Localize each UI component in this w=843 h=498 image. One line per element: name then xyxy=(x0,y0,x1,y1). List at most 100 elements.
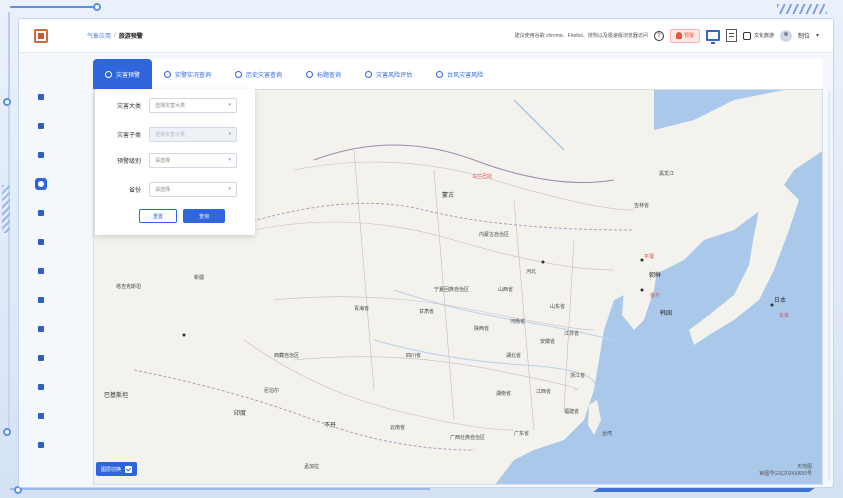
scrollbar[interactable] xyxy=(828,91,831,481)
search-icon xyxy=(306,70,314,78)
layer-toggle-label: 图层切换 xyxy=(101,466,122,473)
map-label: 浙江省 xyxy=(570,373,586,379)
panel-actions: 重置 查询 xyxy=(139,209,225,223)
query-panel: 灾害大类 选择灾害大类 ▾ 灾害子类 选择灾害子类 ▾ 预警级别 请选择 ▾ 省… xyxy=(95,89,255,235)
frame-decoration-dot xyxy=(93,3,101,11)
tab-label: 灾害风险评估 xyxy=(376,72,413,79)
tab-bar: 灾害预警 实警实况查询 历史灾害查询 标题查询 灾害风险评估 台风灾害风险 xyxy=(93,59,823,89)
tab-typhoon-risk[interactable]: 台风灾害风险 xyxy=(424,59,495,89)
sidebar xyxy=(19,53,63,487)
doc-icon[interactable] xyxy=(35,207,47,219)
map-credit-line: 审图号GS(2024)0650号 xyxy=(759,471,812,477)
map-label: 安徽省 xyxy=(540,339,556,345)
map-credit-line: 天地图 xyxy=(796,464,812,470)
document-icon[interactable] xyxy=(725,29,737,42)
chart-icon[interactable] xyxy=(35,236,47,248)
tab-title-query[interactable]: 标题查询 xyxy=(294,59,353,89)
chevron-down-icon: ▾ xyxy=(228,186,231,192)
map-label: 平壤 xyxy=(644,254,655,260)
app-window: 气象应用 / 旅游预警 建议使用谷歌 chrome、Firefox、搜狗以及极速… xyxy=(18,18,834,488)
map-label: 蒙古 xyxy=(442,193,455,199)
map-label: 湖北省 xyxy=(506,353,522,359)
tab-live-query[interactable]: 实警实况查询 xyxy=(152,59,223,89)
map-label: 日本 xyxy=(774,298,787,304)
query-button[interactable]: 查询 xyxy=(183,209,225,223)
avatar[interactable] xyxy=(779,29,792,42)
logo-icon xyxy=(34,28,48,43)
frame-decoration-left xyxy=(8,106,10,436)
search-icon xyxy=(436,70,444,78)
tab-label: 台风灾害风险 xyxy=(447,72,484,79)
map-label: 江西省 xyxy=(536,389,552,395)
map-label: 黑龙江 xyxy=(659,171,675,177)
layer-toggle-button[interactable]: 图层切换 xyxy=(96,462,138,476)
map-label: 不丹 xyxy=(324,423,337,429)
map-label: 孟加拉 xyxy=(304,464,320,470)
settings-icon[interactable] xyxy=(35,294,47,306)
search-icon xyxy=(235,70,243,78)
group-icon xyxy=(742,31,751,40)
map-label: 四川省 xyxy=(406,353,422,359)
clock-icon xyxy=(164,70,172,78)
map-label: 韩国 xyxy=(660,311,673,317)
map-pin-icon[interactable] xyxy=(35,178,47,190)
map-label: 江苏省 xyxy=(564,331,580,337)
form-row-disaster-category: 灾害大类 选择灾害大类 ▾ xyxy=(95,97,255,113)
map-label: 印度 xyxy=(234,411,247,417)
query-label: 查询 xyxy=(198,213,209,220)
map-label: 福建省 xyxy=(564,409,580,415)
breadcrumb-separator: / xyxy=(114,32,116,39)
location-icon[interactable] xyxy=(35,323,47,335)
breadcrumb-current: 旅游预警 xyxy=(118,34,143,40)
chevron-down-icon[interactable]: ▾ xyxy=(816,32,819,39)
form-row-province: 省份 请选择 ▾ xyxy=(95,181,255,197)
disaster-subcategory-select[interactable]: 选择灾害子类 ▾ xyxy=(149,126,237,142)
weather-icon[interactable] xyxy=(35,352,47,364)
warning-icon xyxy=(105,70,112,78)
user-icon[interactable] xyxy=(35,410,47,422)
list-icon[interactable] xyxy=(35,149,47,161)
checkbox-icon[interactable] xyxy=(125,465,133,473)
map-label: 台湾 xyxy=(602,431,613,437)
help-icon[interactable]: ? xyxy=(653,30,664,41)
tab-risk-assessment[interactable]: 灾害风险评估 xyxy=(353,59,424,89)
select-placeholder: 选择灾害子类 xyxy=(155,131,186,138)
app-logo[interactable] xyxy=(19,19,63,53)
alert-icon[interactable] xyxy=(35,265,47,277)
map-label: 尼泊尔 xyxy=(264,388,280,394)
tab-label: 灾害预警 xyxy=(116,72,141,79)
map-label: 甘肃省 xyxy=(419,309,435,315)
province-select[interactable]: 请选择 ▾ xyxy=(149,181,237,197)
tab-disaster-warning[interactable]: 灾害预警 xyxy=(93,59,153,89)
chevron-down-icon: ▾ xyxy=(228,131,231,137)
warning-level-select[interactable]: 请选择 ▾ xyxy=(149,152,237,168)
user-name[interactable]: 制位 xyxy=(798,31,810,40)
user-group[interactable]: 文化旅游 xyxy=(742,31,774,40)
reset-button[interactable]: 重置 xyxy=(139,209,177,223)
breadcrumb-parent[interactable]: 气象应用 xyxy=(87,31,111,40)
map-label: 巴基斯坦 xyxy=(104,393,129,399)
monitor-icon[interactable] xyxy=(705,30,720,44)
tab-history-query[interactable]: 历史灾害查询 xyxy=(223,59,294,89)
form-row-disaster-subcategory: 灾害子类 选择灾害子类 ▾ xyxy=(95,126,255,142)
reset-label: 重置 xyxy=(152,213,163,220)
map-label: 湖南省 xyxy=(496,391,512,397)
filter-icon[interactable] xyxy=(35,439,47,451)
folder-icon[interactable] xyxy=(35,381,47,393)
chevron-down-icon: ▾ xyxy=(228,102,231,108)
disaster-category-select[interactable]: 选择灾害大类 ▾ xyxy=(149,97,237,113)
select-placeholder: 选择灾害大类 xyxy=(155,102,186,109)
province-label: 省份 xyxy=(128,187,141,194)
alert-badge[interactable]: 预警 xyxy=(669,28,700,43)
chevron-down-icon: ▾ xyxy=(228,157,231,163)
tab-label: 历史灾害查询 xyxy=(246,72,283,79)
home-icon[interactable] xyxy=(35,91,47,103)
user-group-label: 文化旅游 xyxy=(753,33,774,39)
map-label: 乌兰巴托 xyxy=(472,174,493,180)
frame-decoration-left xyxy=(8,12,10,102)
shield-icon[interactable] xyxy=(35,120,47,132)
warning-level-label: 预警级别 xyxy=(116,158,141,165)
browser-tip: 建议使用谷歌 chrome、Firefox、搜狗以及极速版浏览器访问 xyxy=(514,33,648,39)
select-placeholder: 请选择 xyxy=(155,157,171,164)
tab-label: 标题查询 xyxy=(317,72,342,79)
